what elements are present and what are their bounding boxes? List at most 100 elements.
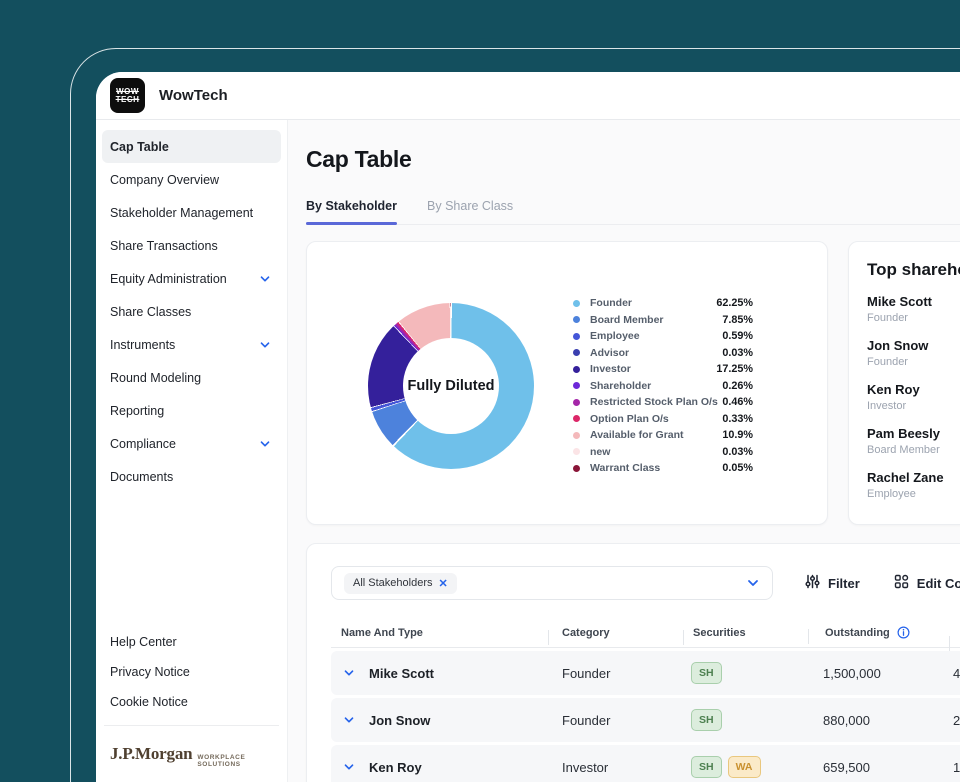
sidebar-item-compliance[interactable]: Compliance [102, 427, 281, 460]
security-badge-sh: SH [691, 709, 722, 731]
sidebar-link-privacy-notice[interactable]: Privacy Notice [102, 657, 281, 687]
legend-label: Shareholder [590, 380, 651, 392]
category-cell: Founder [548, 713, 683, 728]
top-shareholders-card: Top shareholders Mike ScottFounderJon Sn… [848, 241, 960, 525]
table-row[interactable]: Jon SnowFounderSH880,0002 [331, 698, 960, 742]
legend-item: Option Plan O/s0.33% [573, 411, 753, 428]
wowtech-logo-icon: WOW TECH [110, 78, 145, 113]
shareholder-entry: Mike ScottFounder [867, 294, 960, 324]
legend-item: Board Member7.85% [573, 312, 753, 329]
outstanding-cell: 1,500,000 [808, 666, 949, 681]
sidebar-item-documents[interactable]: Documents [102, 460, 281, 493]
chevron-down-icon[interactable] [259, 339, 271, 351]
clipped-cell: 1 [949, 760, 960, 775]
table-row[interactable]: Mike ScottFounderSH1,500,0004 [331, 651, 960, 695]
legend-dot-icon [573, 432, 580, 439]
legend-label: Investor [590, 363, 631, 375]
sidebar-item-cap-table[interactable]: Cap Table [102, 130, 281, 163]
filter-chip: All Stakeholders ✕ [344, 573, 457, 594]
workplace-solutions-label: WORKPLACE SOLUTIONS [197, 754, 273, 768]
filter-icon [805, 574, 820, 592]
row-expand-chevron-icon[interactable] [343, 761, 355, 773]
legend-item: Shareholder0.26% [573, 378, 753, 395]
tab-bar: By Stakeholder By Share Class [306, 199, 960, 225]
shareholder-role: Employee [867, 488, 960, 500]
legend-percent: 0.03% [722, 446, 753, 458]
sidebar-item-label: Cap Table [110, 140, 169, 154]
legend-dot-icon [573, 399, 580, 406]
sidebar-item-share-classes[interactable]: Share Classes [102, 295, 281, 328]
fully-diluted-donut-chart[interactable]: Fully Diluted [368, 303, 534, 469]
shareholder-role: Founder [867, 356, 960, 368]
securities-cell: SH [683, 662, 808, 684]
sidebar-item-label: Round Modeling [110, 371, 201, 385]
shareholder-name: Ken Roy [867, 382, 960, 397]
app-name: WowTech [159, 87, 228, 104]
legend-label: Employee [590, 330, 640, 342]
sidebar-item-instruments[interactable]: Instruments [102, 328, 281, 361]
legend-percent: 17.25% [716, 363, 753, 375]
sidebar-link-help-center[interactable]: Help Center [102, 627, 281, 657]
legend-item: new0.03% [573, 444, 753, 461]
sidebar-item-share-transactions[interactable]: Share Transactions [102, 229, 281, 262]
legend-label: Available for Grant [590, 429, 684, 441]
legend-item: Available for Grant10.9% [573, 427, 753, 444]
legend-dot-icon [573, 448, 580, 455]
column-header-securities[interactable]: Securities [683, 627, 808, 639]
jpmorgan-wordmark: J.P.Morgan [110, 744, 192, 764]
sidebar-item-label: Share Transactions [110, 239, 218, 253]
stakeholder-name: Jon Snow [369, 713, 430, 728]
sidebar-item-label: Company Overview [110, 173, 219, 187]
legend-dot-icon [573, 316, 580, 323]
filter-button[interactable]: Filter [805, 574, 860, 592]
sidebar-item-reporting[interactable]: Reporting [102, 394, 281, 427]
chevron-down-icon[interactable] [259, 273, 271, 285]
shareholder-name: Mike Scott [867, 294, 960, 309]
chip-remove-icon[interactable]: ✕ [439, 577, 448, 590]
logo-text-bottom: TECH [116, 96, 140, 104]
row-expand-chevron-icon[interactable] [343, 667, 355, 679]
sidebar-item-label: Equity Administration [110, 272, 227, 286]
sidebar-item-round-modeling[interactable]: Round Modeling [102, 361, 281, 394]
legend-dot-icon [573, 366, 580, 373]
legend-item: Restricted Stock Plan O/s0.46% [573, 394, 753, 411]
table-row[interactable]: Ken RoyInvestorSHWA659,5001 [331, 745, 960, 782]
stakeholder-name: Ken Roy [369, 760, 422, 775]
sidebar-item-label: Documents [110, 470, 173, 484]
legend-item: Advisor0.03% [573, 345, 753, 362]
legend-percent: 0.03% [722, 347, 753, 359]
legend-dot-icon [573, 349, 580, 356]
top-bar: WOW TECH WowTech [96, 72, 960, 120]
filter-chip-label: All Stakeholders [353, 577, 433, 589]
legend-item: Employee 0.59% [573, 328, 753, 345]
legend-percent: 0.05% [722, 462, 753, 474]
category-cell: Founder [548, 666, 683, 681]
info-icon[interactable] [897, 626, 910, 639]
column-header-name[interactable]: Name And Type [331, 627, 548, 639]
row-expand-chevron-icon[interactable] [343, 714, 355, 726]
edit-columns-label: Edit Columns [917, 576, 960, 591]
main-content: Cap Table By StakeholderBy Share Class F… [288, 120, 960, 782]
category-cell: Investor [548, 760, 683, 775]
tab-by-stakeholder[interactable]: By Stakeholder [306, 199, 397, 224]
sidebar-item-label: Stakeholder Management [110, 206, 253, 220]
security-badge-sh: SH [691, 756, 722, 778]
edit-columns-button[interactable]: Edit Columns [894, 574, 960, 592]
column-header-outstanding[interactable]: Outstanding [808, 626, 949, 639]
shareholder-name: Rachel Zane [867, 470, 960, 485]
column-header-category[interactable]: Category [548, 627, 683, 639]
chevron-down-icon[interactable] [259, 438, 271, 450]
sidebar-item-equity-administration[interactable]: Equity Administration [102, 262, 281, 295]
shareholder-role: Investor [867, 400, 960, 412]
legend-percent: 0.59% [722, 330, 753, 342]
sidebar-item-stakeholder-management[interactable]: Stakeholder Management [102, 196, 281, 229]
sidebar-link-cookie-notice[interactable]: Cookie Notice [102, 687, 281, 717]
legend-dot-icon [573, 415, 580, 422]
sidebar-item-label: Instruments [110, 338, 175, 352]
tab-by-share-class[interactable]: By Share Class [427, 199, 513, 224]
legend-item: Warrant Class0.05% [573, 460, 753, 477]
chevron-down-icon[interactable] [746, 576, 760, 590]
legend-percent: 7.85% [722, 314, 753, 326]
sidebar-item-company-overview[interactable]: Company Overview [102, 163, 281, 196]
stakeholder-filter-select[interactable]: All Stakeholders ✕ [331, 566, 773, 600]
